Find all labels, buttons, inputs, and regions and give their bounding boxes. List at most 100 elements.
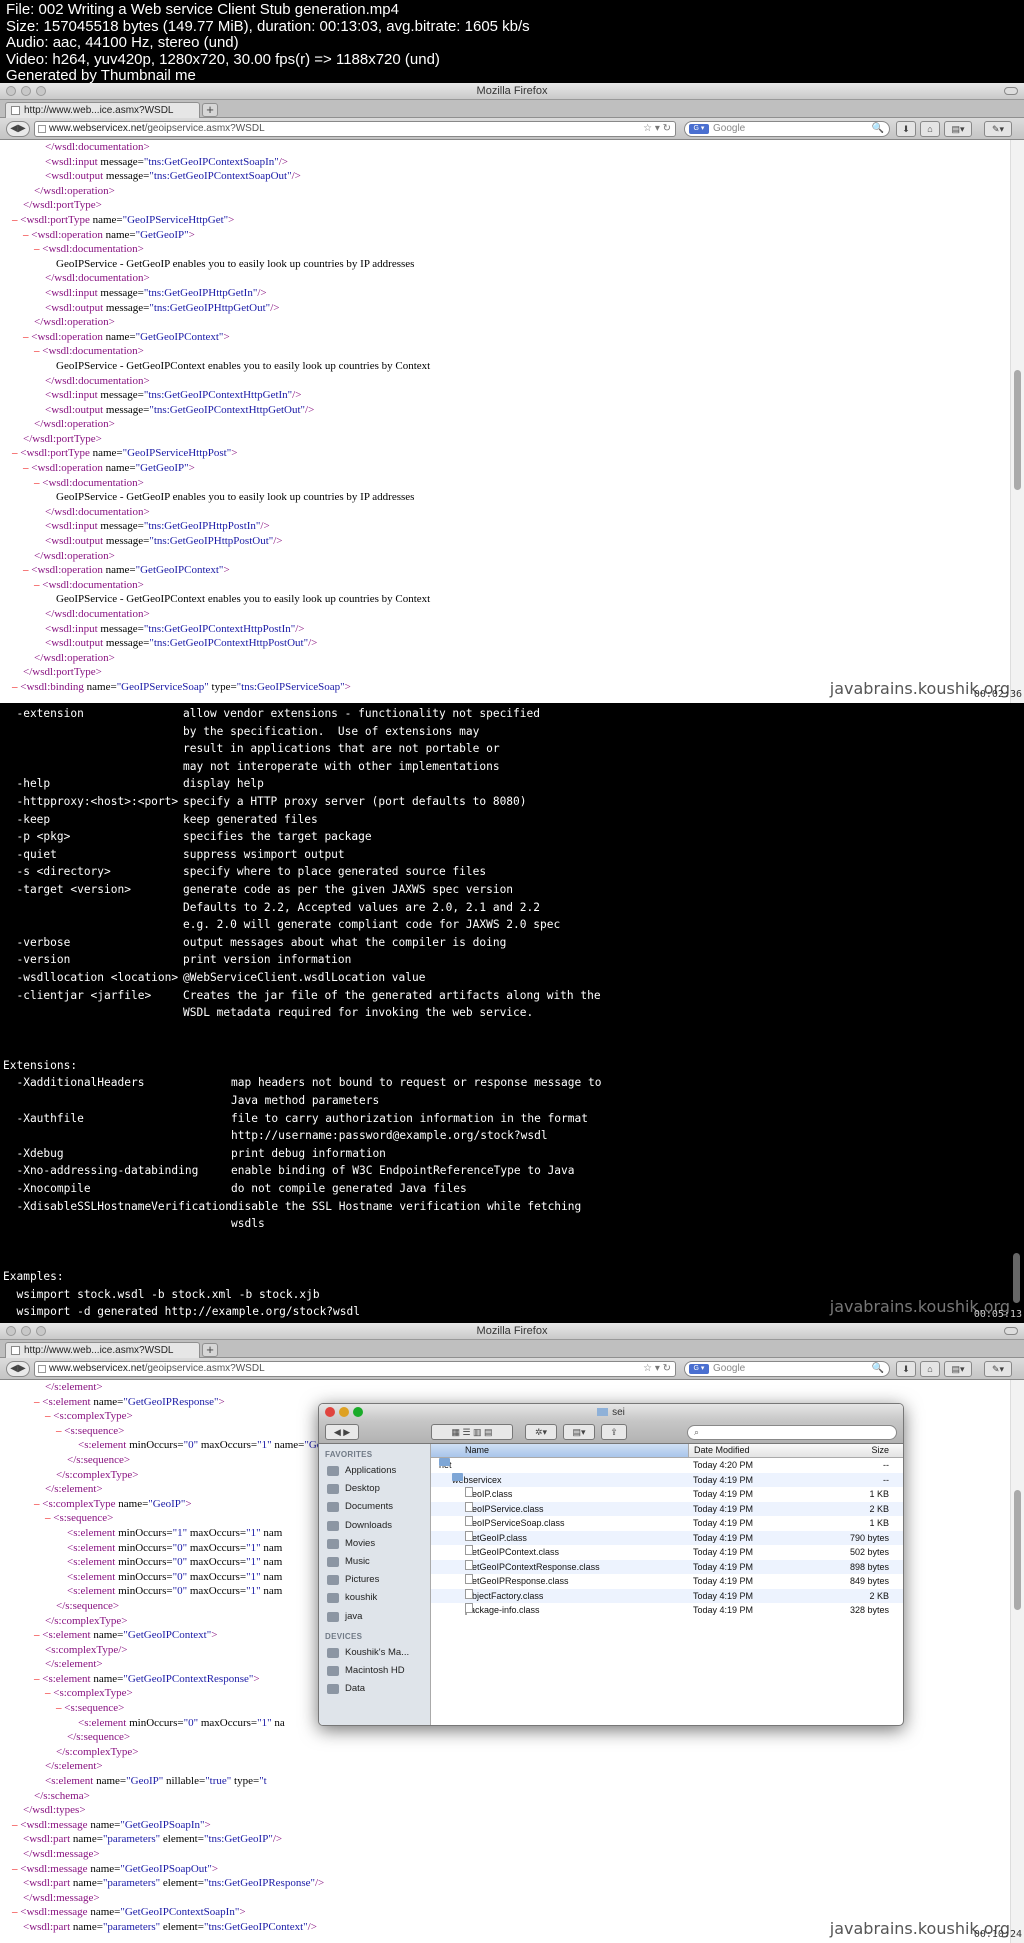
collapse-toggle[interactable]: – bbox=[34, 345, 42, 357]
sidebar-item[interactable]: Desktop bbox=[319, 1480, 430, 1498]
reload-icon[interactable]: ☆ ▾ ↻ bbox=[643, 122, 671, 136]
search-icon[interactable]: 🔍 bbox=[872, 1362, 884, 1376]
scrollbar[interactable] bbox=[1010, 1380, 1024, 1943]
sidebar-item[interactable]: Documents bbox=[319, 1498, 430, 1516]
window-controls[interactable] bbox=[6, 86, 46, 96]
menu-icon[interactable]: ▤▾ bbox=[944, 121, 972, 137]
collapse-toggle[interactable]: – bbox=[12, 681, 20, 693]
terminal-output[interactable]: -extension allow vendor extensions - func… bbox=[0, 703, 1024, 1323]
back-button[interactable]: ◀▶ bbox=[6, 1361, 30, 1377]
file-row[interactable]: GetGeoIPContextResponse.class Today 4:19 … bbox=[431, 1559, 903, 1574]
collapse-toggle[interactable]: – bbox=[12, 1906, 20, 1918]
addon-icon[interactable]: ✎▾ bbox=[984, 1361, 1012, 1377]
scrollbar-thumb[interactable] bbox=[1014, 1490, 1021, 1610]
scrollbar-thumb[interactable] bbox=[1014, 370, 1021, 490]
sidebar-item[interactable]: Macintosh HD bbox=[319, 1662, 430, 1680]
view-mode-buttons[interactable]: ▦ ☰ ▥ ▤ bbox=[431, 1424, 513, 1440]
collapse-toggle[interactable]: – bbox=[23, 564, 31, 576]
search-input[interactable]: G ▾ Google 🔍 bbox=[684, 121, 890, 137]
collapse-toggle[interactable]: – bbox=[45, 1410, 53, 1422]
back-forward-button[interactable]: ◀ ▶ bbox=[325, 1424, 359, 1440]
zoom-icon[interactable] bbox=[36, 1326, 46, 1336]
collapse-toggle[interactable]: – bbox=[12, 1863, 20, 1875]
zoom-icon[interactable] bbox=[36, 86, 46, 96]
finder-window[interactable]: sei ◀ ▶ ▦ ☰ ▥ ▤ ✲▾ ▤▾ ⇪ ⌕ FAVORITES Appli… bbox=[318, 1403, 904, 1726]
url-field[interactable]: www.webservicex.net/geoipservice.asmx?WS… bbox=[34, 1361, 676, 1377]
close-icon[interactable] bbox=[6, 1326, 16, 1336]
sidebar-item[interactable]: java bbox=[319, 1608, 430, 1626]
collapse-toggle[interactable]: – bbox=[23, 462, 31, 474]
terminal-scrollbar[interactable] bbox=[1013, 1253, 1020, 1303]
browser-tab[interactable]: http://www.web...ice.asmx?WSDL bbox=[5, 1342, 200, 1358]
downloads-icon[interactable]: ⬇ bbox=[896, 121, 916, 137]
file-row[interactable]: GetGeoIPContext.class Today 4:19 PM 502 by… bbox=[431, 1545, 903, 1560]
menu-icon[interactable]: ▤▾ bbox=[944, 1361, 972, 1377]
sidebar-item[interactable]: Movies bbox=[319, 1535, 430, 1553]
url-field[interactable]: www.webservicex.net/geoipservice.asmx?WS… bbox=[34, 121, 676, 137]
collapse-toggle[interactable]: – bbox=[34, 1629, 42, 1641]
minimize-icon[interactable] bbox=[339, 1407, 349, 1417]
scrollbar[interactable] bbox=[1010, 140, 1024, 703]
file-row[interactable]: GetGeoIPResponse.class Today 4:19 PM 849 b… bbox=[431, 1574, 903, 1589]
sidebar-item[interactable]: Pictures bbox=[319, 1571, 430, 1589]
minimize-icon[interactable] bbox=[21, 86, 31, 96]
sidebar-item[interactable]: koushik bbox=[319, 1589, 430, 1607]
sidebar-item[interactable]: Music bbox=[319, 1553, 430, 1571]
search-icon[interactable]: 🔍 bbox=[872, 122, 884, 136]
file-row[interactable]: ObjectFactory.class Today 4:19 PM 2 KB bbox=[431, 1588, 903, 1603]
collapse-toggle[interactable]: – bbox=[56, 1702, 64, 1714]
finder-search-input[interactable]: ⌕ bbox=[687, 1425, 897, 1440]
reload-icon[interactable]: ☆ ▾ ↻ bbox=[643, 1362, 671, 1376]
collapse-toggle[interactable]: – bbox=[34, 579, 42, 591]
search-input[interactable]: G ▾ Google 🔍 bbox=[684, 1361, 890, 1377]
toolbar-toggle-icon[interactable] bbox=[1004, 1327, 1018, 1335]
collapse-toggle[interactable]: – bbox=[23, 229, 31, 241]
collapse-toggle[interactable]: – bbox=[12, 447, 20, 459]
window-controls[interactable] bbox=[6, 1326, 46, 1336]
file-row[interactable]: ▼webservicexToday 4:19 PM-- bbox=[431, 1472, 903, 1487]
sidebar-item[interactable]: Koushik's Ma... bbox=[319, 1644, 430, 1662]
new-tab-button[interactable]: + bbox=[202, 1343, 218, 1357]
file-row[interactable]: GetGeoIP.class Today 4:19 PM 790 bytes bbox=[431, 1530, 903, 1545]
column-size[interactable]: Size bbox=[871, 1444, 889, 1457]
google-icon[interactable]: G ▾ bbox=[689, 1364, 709, 1374]
collapse-toggle[interactable]: – bbox=[34, 243, 42, 255]
close-icon[interactable] bbox=[6, 86, 16, 96]
collapse-toggle[interactable]: – bbox=[23, 331, 31, 343]
collapse-toggle[interactable]: – bbox=[34, 1498, 42, 1510]
file-row[interactable]: package-info.class Today 4:19 PM 328 bytes bbox=[431, 1603, 903, 1618]
home-icon[interactable]: ⌂ bbox=[920, 121, 940, 137]
downloads-icon[interactable]: ⬇ bbox=[896, 1361, 916, 1377]
new-tab-button[interactable]: + bbox=[202, 103, 218, 117]
toolbar-toggle-icon[interactable] bbox=[1004, 87, 1018, 95]
sidebar-item[interactable]: Applications bbox=[319, 1462, 430, 1480]
share-button[interactable]: ⇪ bbox=[601, 1424, 627, 1440]
file-row[interactable]: GeoIPServiceSoap.class Today 4:19 PM 1 KB bbox=[431, 1516, 903, 1531]
file-row[interactable]: GeoIPService.class Today 4:19 PM 2 KB bbox=[431, 1501, 903, 1516]
collapse-toggle[interactable]: – bbox=[12, 214, 20, 226]
sidebar-item[interactable]: Downloads bbox=[319, 1517, 430, 1535]
file-row[interactable]: ▼netToday 4:20 PM-- bbox=[431, 1458, 903, 1473]
back-button[interactable]: ◀▶ bbox=[6, 121, 30, 137]
column-name[interactable]: Name bbox=[431, 1444, 689, 1457]
collapse-toggle[interactable]: – bbox=[56, 1425, 64, 1437]
google-icon[interactable]: G ▾ bbox=[689, 124, 709, 134]
file-row[interactable]: GeoIP.class Today 4:19 PM 1 KB bbox=[431, 1487, 903, 1502]
sidebar-item[interactable]: Data bbox=[319, 1680, 430, 1698]
action-menu-button[interactable]: ✲▾ bbox=[525, 1424, 557, 1440]
browser-tab[interactable]: http://www.web...ice.asmx?WSDL bbox=[5, 102, 200, 118]
close-icon[interactable] bbox=[325, 1407, 335, 1417]
collapse-toggle[interactable]: – bbox=[45, 1512, 53, 1524]
collapse-toggle[interactable]: – bbox=[34, 477, 42, 489]
collapse-toggle[interactable]: – bbox=[12, 1819, 20, 1831]
collapse-toggle[interactable]: – bbox=[34, 1673, 42, 1685]
addon-icon[interactable]: ✎▾ bbox=[984, 121, 1012, 137]
arrange-button[interactable]: ▤▾ bbox=[563, 1424, 595, 1440]
minimize-icon[interactable] bbox=[21, 1326, 31, 1336]
collapse-toggle[interactable]: – bbox=[34, 1396, 42, 1408]
collapse-toggle[interactable]: – bbox=[45, 1687, 53, 1699]
column-date-modified[interactable]: Date Modified bbox=[690, 1444, 750, 1457]
finder-window-controls[interactable] bbox=[325, 1407, 363, 1417]
home-icon[interactable]: ⌂ bbox=[920, 1361, 940, 1377]
zoom-icon[interactable] bbox=[353, 1407, 363, 1417]
